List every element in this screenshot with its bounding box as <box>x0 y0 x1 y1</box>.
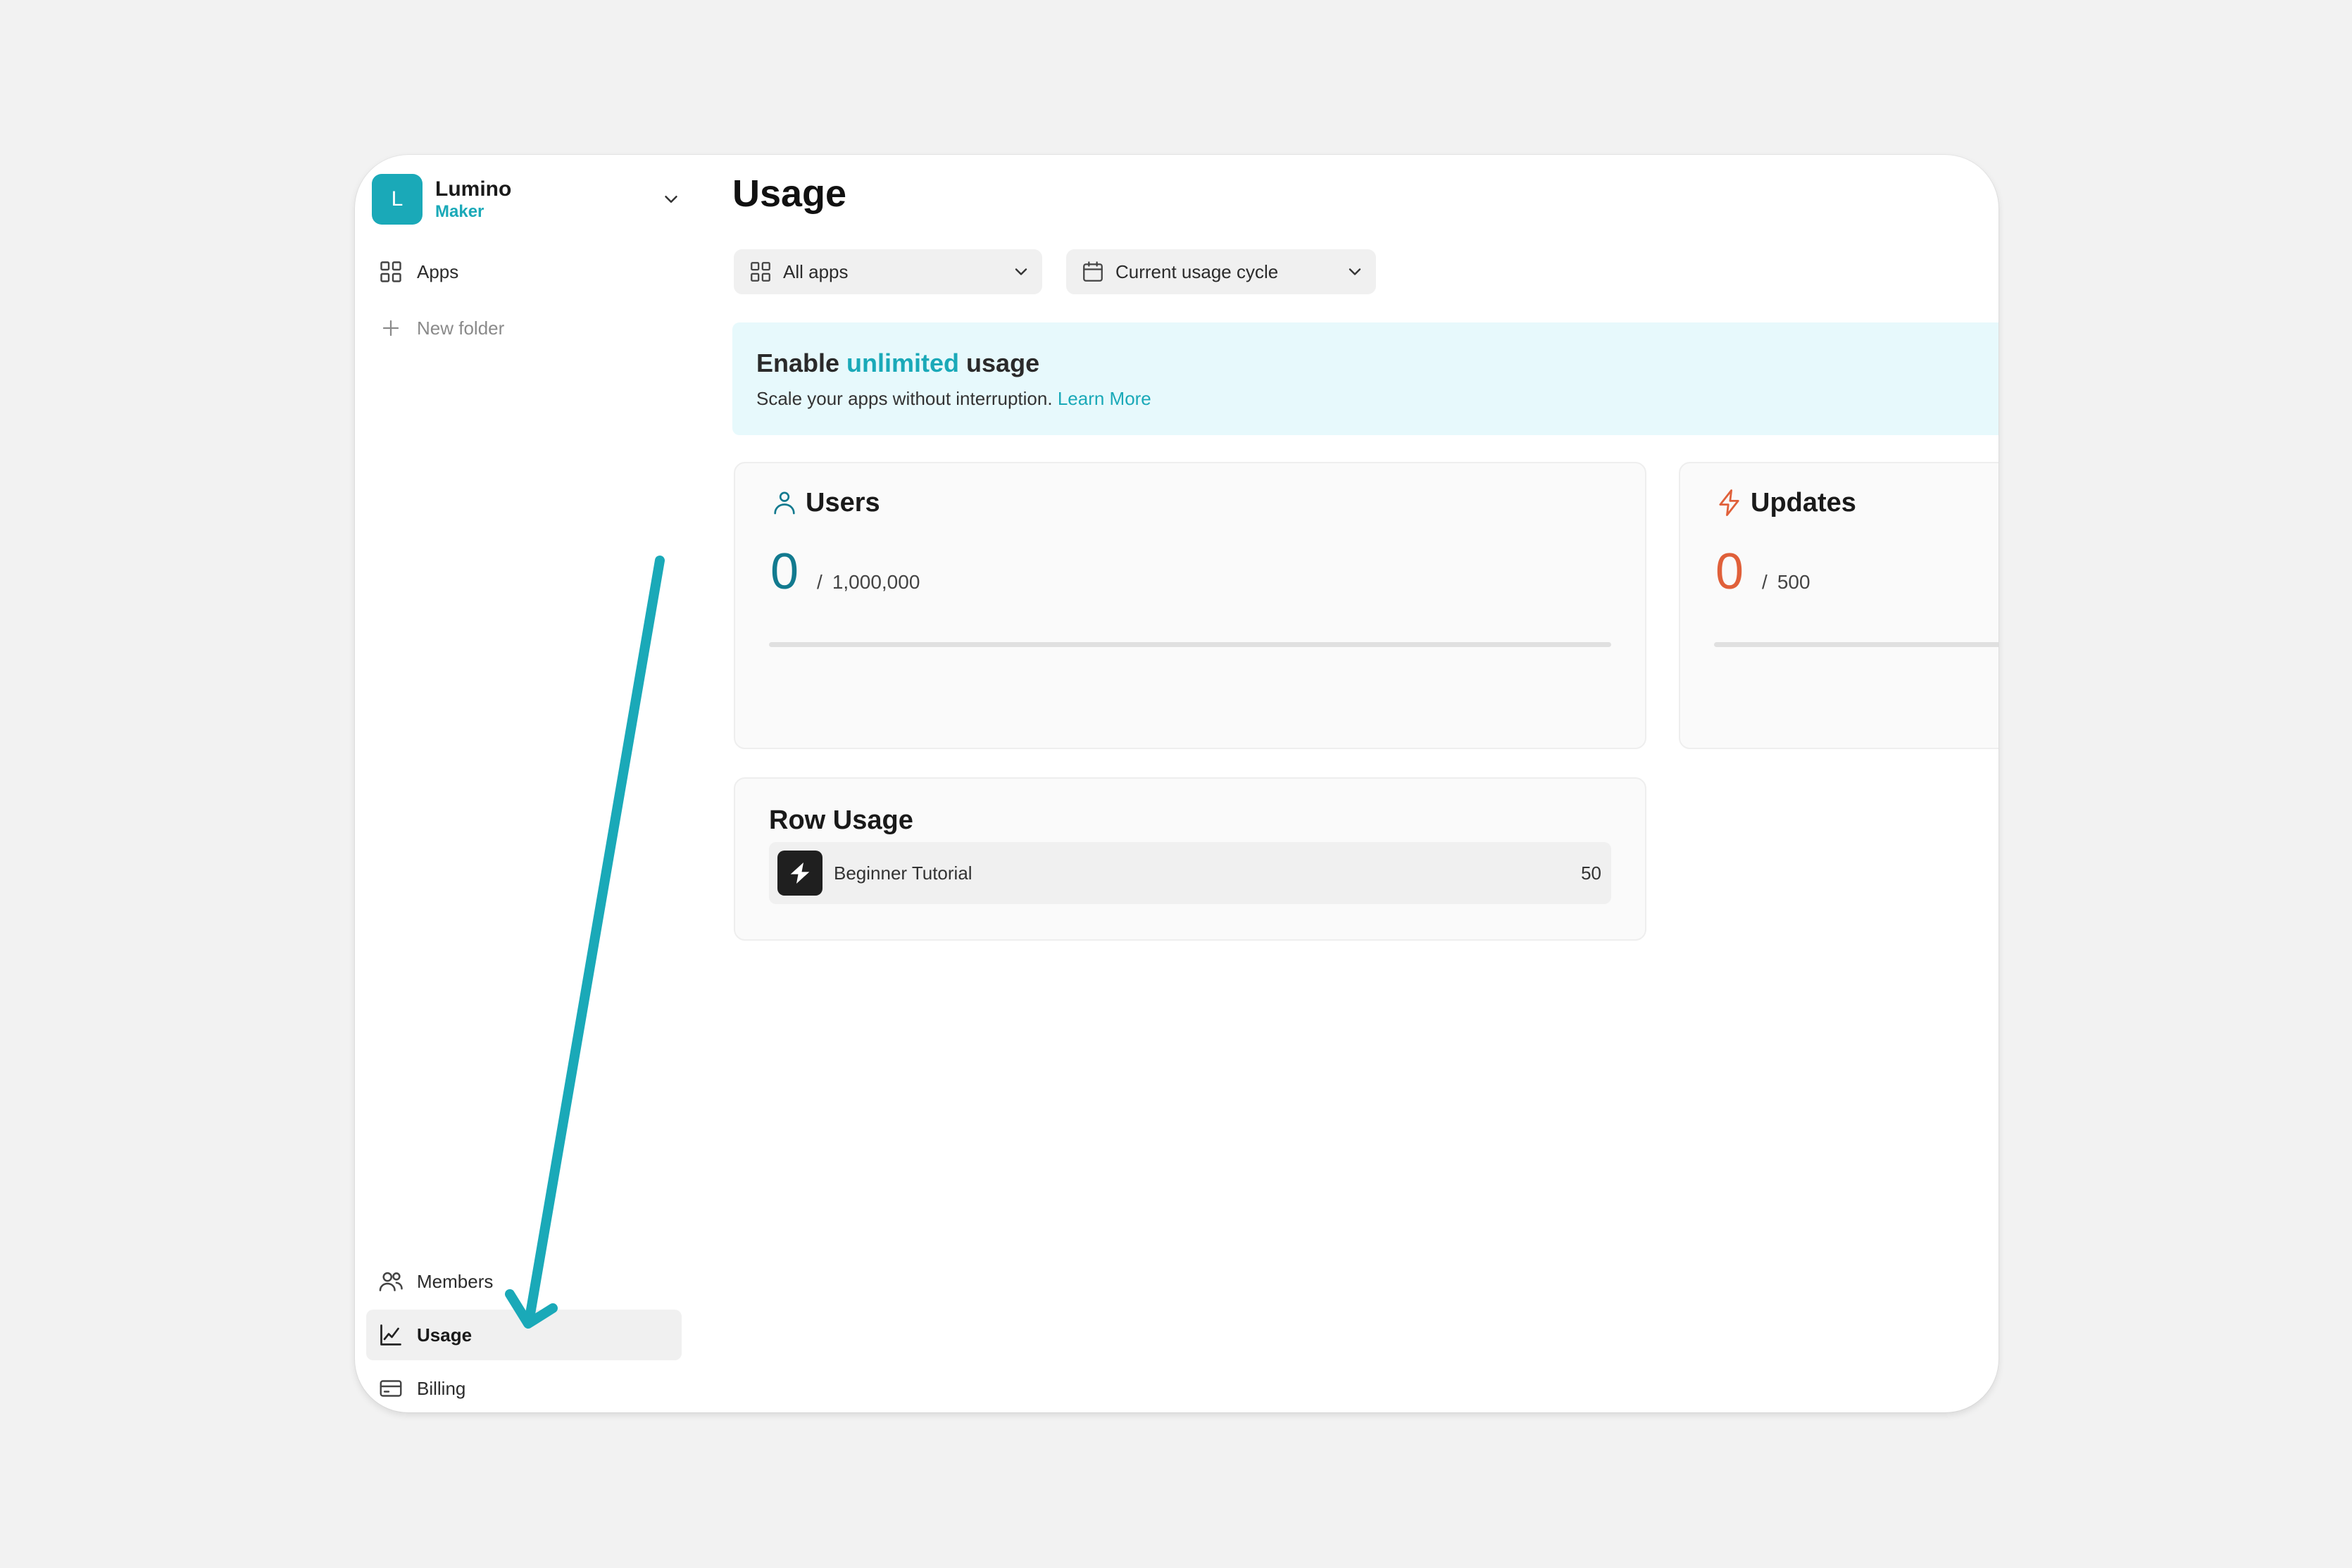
calendar-icon <box>1080 259 1106 284</box>
row-usage-title: Row Usage <box>769 805 913 835</box>
users-stat-value: 0 / 1,000,000 <box>770 546 920 597</box>
org-avatar: L <box>372 174 423 225</box>
row-usage-app-name: Beginner Tutorial <box>834 862 972 884</box>
users-limit: 1,000,000 <box>832 571 920 593</box>
plus-icon <box>377 315 404 341</box>
updates-stat-card: Updates 0 / 500 <box>1679 462 1998 749</box>
org-name: Lumino <box>435 177 512 201</box>
bolt-logo-icon <box>777 851 822 896</box>
users-stat-card: Users 0 / 1,000,000 <box>734 462 1646 749</box>
credit-card-icon <box>377 1375 404 1402</box>
sidebar-item-apps[interactable]: Apps <box>366 246 682 297</box>
banner-title-after: usage <box>959 349 1040 377</box>
updates-progress-bar <box>1714 642 1998 647</box>
updates-stat-header: Updates <box>1714 487 1856 518</box>
sidebar-item-members[interactable]: Members <box>366 1256 682 1307</box>
updates-separator: / <box>1762 571 1768 593</box>
chevron-down-icon[interactable] <box>661 189 682 210</box>
grid-icon <box>748 259 773 284</box>
updates-stat-title: Updates <box>1751 487 1856 518</box>
users-icon <box>377 1268 404 1295</box>
row-usage-app-count: 50 <box>1581 862 1601 884</box>
lightning-icon <box>1714 487 1745 518</box>
grid-icon <box>377 258 404 285</box>
sidebar-item-label: Billing <box>417 1377 466 1399</box>
banner-title-before: Enable <box>756 349 847 377</box>
banner-title: Enable unlimited usage <box>756 348 1998 378</box>
user-icon <box>769 487 800 518</box>
updates-stat-value: 0 / 500 <box>1715 546 1810 597</box>
sidebar-item-label: Apps <box>417 261 459 282</box>
sidebar-item-usage[interactable]: Usage <box>366 1310 682 1360</box>
org-info: Lumino Maker <box>435 177 511 222</box>
sidebar-item-label: Usage <box>417 1324 473 1346</box>
sidebar-item-billing[interactable]: Billing <box>366 1363 682 1412</box>
row-usage-item[interactable]: Beginner Tutorial 50 <box>769 842 1611 904</box>
learn-more-link[interactable]: Learn More <box>1058 388 1151 409</box>
users-progress-bar <box>769 642 1611 647</box>
updates-limit: 500 <box>1777 571 1810 593</box>
chevron-down-icon <box>1015 268 1027 275</box>
page-title: Usage <box>732 173 847 215</box>
cycle-filter-dropdown[interactable]: Current usage cycle <box>1066 249 1376 294</box>
row-usage-card: Row Usage Beginner Tutorial 50 <box>734 777 1646 941</box>
app-window: L Lumino Maker Apps New folder Members U… <box>355 155 1998 1412</box>
cycle-filter-label: Current usage cycle <box>1115 261 1279 282</box>
banner-subtitle-text: Scale your apps without interruption. <box>756 388 1053 410</box>
chart-line-icon <box>377 1322 404 1348</box>
sidebar-item-label: New folder <box>417 317 505 339</box>
chevron-down-icon <box>1349 268 1361 275</box>
banner-title-highlight: unlimited <box>846 349 960 377</box>
org-plan: Maker <box>435 201 484 221</box>
updates-count: 0 <box>1715 544 1744 600</box>
new-folder-button[interactable]: New folder <box>366 303 682 353</box>
app-filter-label: All apps <box>783 261 849 282</box>
org-switcher[interactable]: L Lumino Maker <box>372 168 682 231</box>
users-separator: / <box>817 571 822 593</box>
upgrade-banner: Enable unlimited usage Scale your apps w… <box>732 322 1998 435</box>
sidebar-item-label: Members <box>417 1270 494 1292</box>
users-count: 0 <box>770 544 799 600</box>
app-filter-dropdown[interactable]: All apps <box>734 249 1042 294</box>
users-stat-header: Users <box>769 487 880 518</box>
banner-subtitle: Scale your apps without interruption. Le… <box>756 388 1998 410</box>
users-stat-title: Users <box>806 487 880 518</box>
